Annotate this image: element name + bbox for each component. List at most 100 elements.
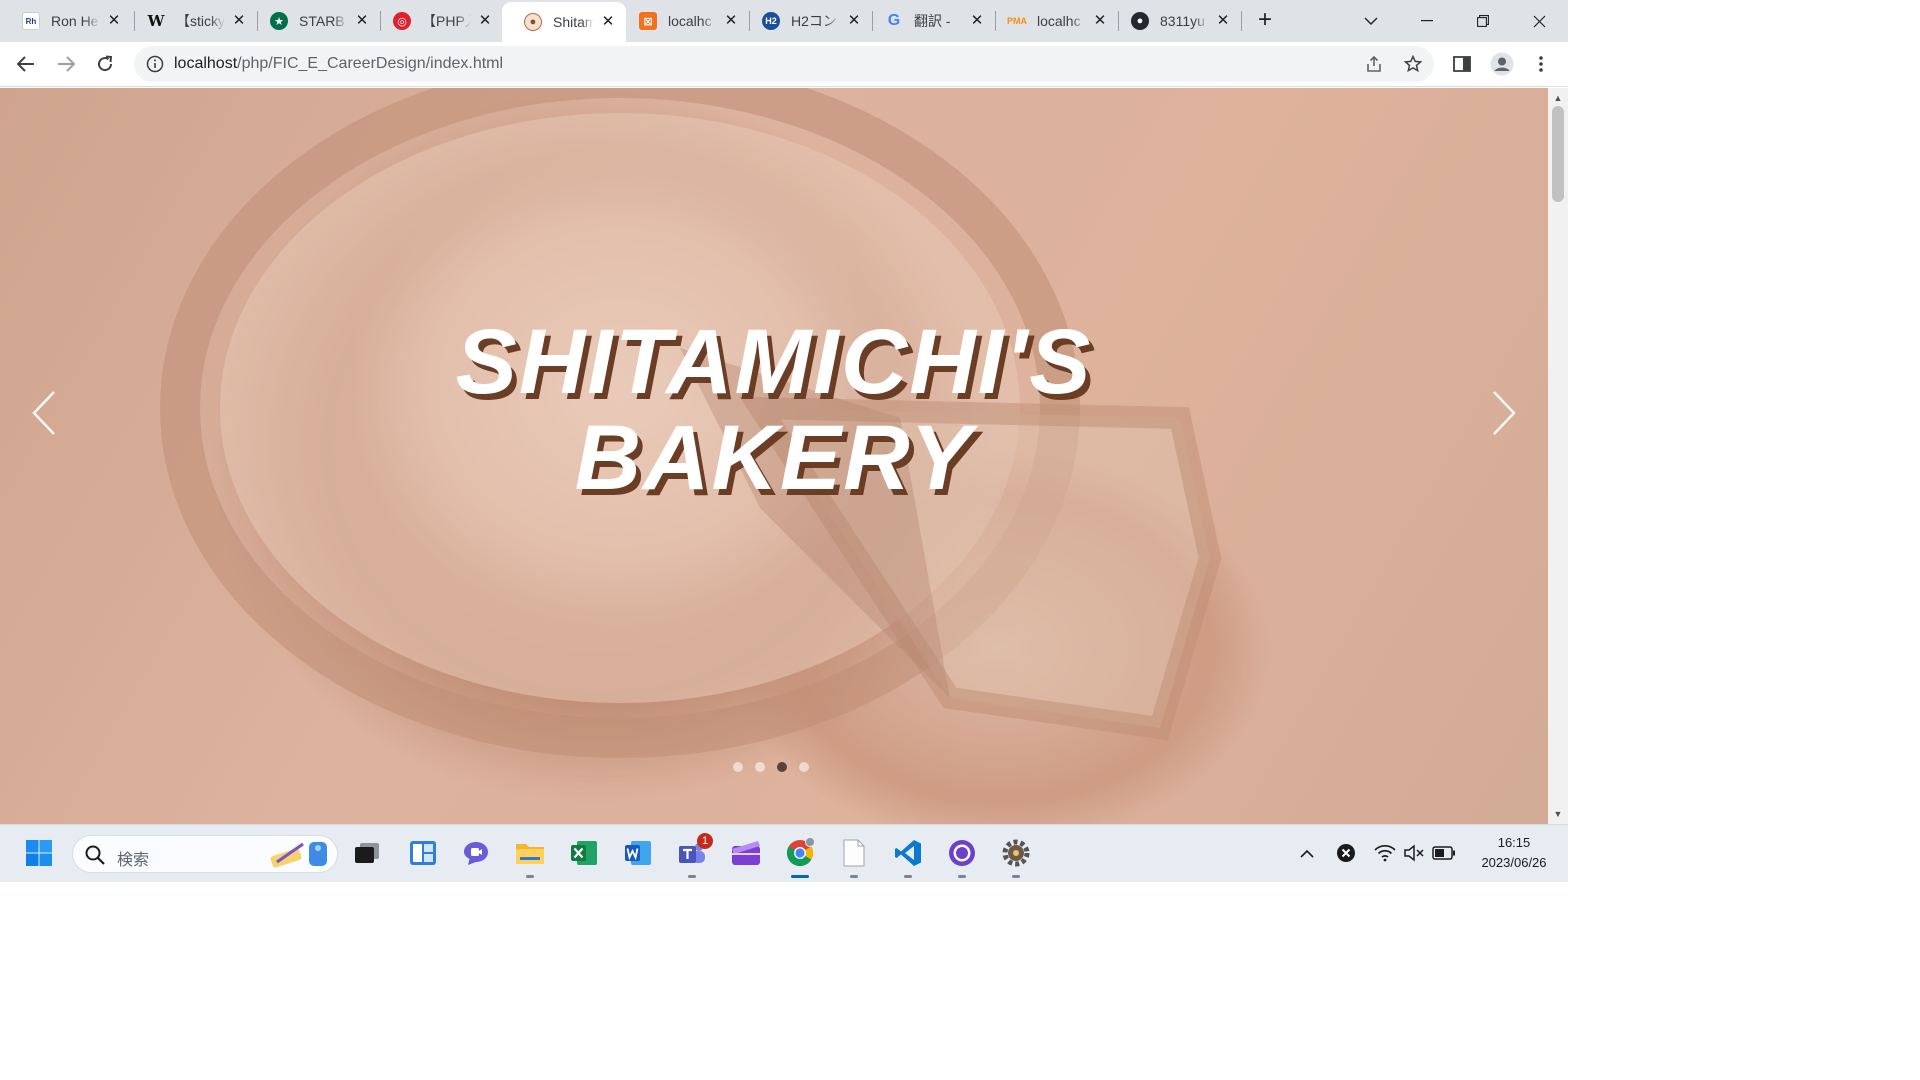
vscode-button[interactable] <box>891 836 925 878</box>
tab-title: 【sticky <box>176 13 225 29</box>
close-icon[interactable]: ✕ <box>600 14 616 30</box>
github-desktop-button[interactable] <box>945 836 979 878</box>
close-icon[interactable]: ✕ <box>846 13 862 29</box>
word-icon <box>625 841 651 865</box>
tab-localhost-xampp[interactable]: ⊠ localhc ✕ <box>617 0 749 42</box>
tab-github[interactable]: ● 8311yu ✕ <box>1109 0 1241 42</box>
tab-title: Shitam <box>553 14 594 30</box>
tab-php[interactable]: ◎ 【PHP入 ✕ <box>371 0 503 42</box>
network-button[interactable] <box>1373 841 1397 865</box>
reload-icon <box>98 55 113 72</box>
chevron-down-icon <box>1364 17 1378 25</box>
chrome-icon <box>786 838 815 867</box>
tab-sticky[interactable]: W 【sticky ✕ <box>125 0 257 42</box>
xampp-control-button[interactable] <box>999 836 1033 878</box>
tray-app-button[interactable] <box>1334 841 1358 865</box>
close-icon[interactable]: ✕ <box>106 13 122 29</box>
forward-button[interactable] <box>50 48 82 80</box>
close-icon[interactable]: ✕ <box>477 13 493 29</box>
tab-ron[interactable]: Rh Ron He ✕ <box>0 0 132 42</box>
close-icon[interactable]: ✕ <box>354 13 370 29</box>
tab-search-button[interactable] <box>1343 0 1399 42</box>
bookmark-button[interactable] <box>1397 48 1429 80</box>
close-icon[interactable]: ✕ <box>1092 13 1108 29</box>
show-hidden-icons-button[interactable] <box>1295 841 1319 865</box>
close-window-button[interactable] <box>1511 0 1567 42</box>
scrollbar-thumb[interactable] <box>1552 106 1564 202</box>
close-icon[interactable]: ✕ <box>723 13 739 29</box>
address-bar[interactable]: localhost/php/FIC_E_CareerDesign/index.h… <box>134 46 1434 82</box>
chevron-up-icon <box>1300 849 1314 858</box>
tab-strip: Rh Ron He ✕ W 【sticky ✕ ★ STARB ✕ ◎ 【PHP… <box>0 0 1568 42</box>
tab-title: Ron He <box>51 13 99 29</box>
carousel-dot-2[interactable] <box>755 762 765 772</box>
carousel-dot-4[interactable] <box>799 762 809 772</box>
close-circle-icon <box>1337 844 1355 862</box>
hero-title-line-2: BAKERY <box>574 407 974 509</box>
running-indicator <box>958 875 966 878</box>
search-icon <box>85 845 105 865</box>
taskbar-search[interactable]: 検索 <box>72 835 338 873</box>
battery-icon <box>1432 846 1455 860</box>
carousel-prev-button[interactable] <box>24 388 64 438</box>
gear-icon <box>1002 839 1030 867</box>
tab-separator <box>1241 11 1242 31</box>
scroll-up-arrow-icon[interactable]: ▲ <box>1548 90 1568 106</box>
close-icon[interactable]: ✕ <box>1215 13 1231 29</box>
search-placeholder: 検索 <box>117 852 150 869</box>
excel-button[interactable] <box>567 836 601 870</box>
taskbar-clock[interactable]: 16:15 2023/06/26 <box>1470 833 1558 873</box>
carousel-indicators <box>733 762 809 772</box>
tab-starbucks[interactable]: ★ STARB ✕ <box>248 0 380 42</box>
battery-button[interactable] <box>1432 841 1456 865</box>
back-button[interactable] <box>10 48 42 80</box>
restore-button[interactable] <box>1455 0 1511 42</box>
carousel-next-button[interactable] <box>1484 388 1524 438</box>
minimize-button[interactable] <box>1399 0 1455 42</box>
scroll-down-arrow-icon[interactable]: ▼ <box>1548 806 1568 822</box>
task-view-icon <box>355 843 379 863</box>
side-panel-button[interactable] <box>1446 48 1478 80</box>
more-vertical-icon <box>1539 56 1543 72</box>
url-text[interactable]: localhost/php/FIC_E_CareerDesign/index.h… <box>174 55 503 73</box>
running-indicator <box>688 875 696 878</box>
carousel-dot-3[interactable] <box>777 762 787 772</box>
tab-h2[interactable]: H2 H2コン ✕ <box>740 0 872 42</box>
starbucks-favicon-icon: ★ <box>270 12 288 30</box>
new-tab-button[interactable]: + <box>1252 8 1278 34</box>
tab-translate[interactable]: G 翻訳 - ✕ <box>863 0 995 42</box>
chrome-button[interactable] <box>783 836 817 878</box>
volume-button[interactable] <box>1402 841 1426 865</box>
windows-taskbar: 検索 1 16:15 2023/06/26 <box>0 824 1568 882</box>
close-icon[interactable]: ✕ <box>231 13 247 29</box>
phpmyadmin-favicon-icon: PMA <box>1007 16 1027 26</box>
github-favicon-icon: ● <box>1131 12 1149 30</box>
widgets-button[interactable] <box>406 836 440 870</box>
page-scrollbar[interactable]: ▲ ▼ <box>1548 88 1568 824</box>
h2-favicon-icon: H2 <box>762 12 780 30</box>
chat-icon <box>464 842 488 865</box>
tab-shitamichi[interactable]: ● Shitam ✕ <box>502 2 626 42</box>
arrow-left-icon <box>17 56 34 72</box>
windows-logo-icon <box>26 840 52 866</box>
reload-button[interactable] <box>89 48 121 80</box>
info-icon[interactable] <box>146 55 164 73</box>
tab-phpmyadmin[interactable]: PMA localhc ✕ <box>986 0 1118 42</box>
document-icon <box>843 839 865 867</box>
chat-button[interactable] <box>459 836 493 870</box>
carousel-dot-1[interactable] <box>733 762 743 772</box>
vscode-icon <box>895 840 921 866</box>
profile-button[interactable] <box>1486 48 1518 80</box>
hero-title: SHITAMICHI'S BAKERY <box>0 314 1548 506</box>
tab-title: localhc <box>1037 13 1081 29</box>
word-button[interactable] <box>621 836 655 870</box>
share-button[interactable] <box>1358 48 1390 80</box>
clipchamp-button[interactable] <box>729 836 763 870</box>
teams-button[interactable]: 1 <box>675 833 713 878</box>
menu-button[interactable] <box>1525 48 1557 80</box>
notepad-button[interactable] <box>837 836 871 878</box>
task-view-button[interactable] <box>350 836 384 870</box>
close-icon[interactable]: ✕ <box>969 13 985 29</box>
start-button[interactable] <box>22 836 56 870</box>
file-explorer-button[interactable] <box>513 836 547 878</box>
